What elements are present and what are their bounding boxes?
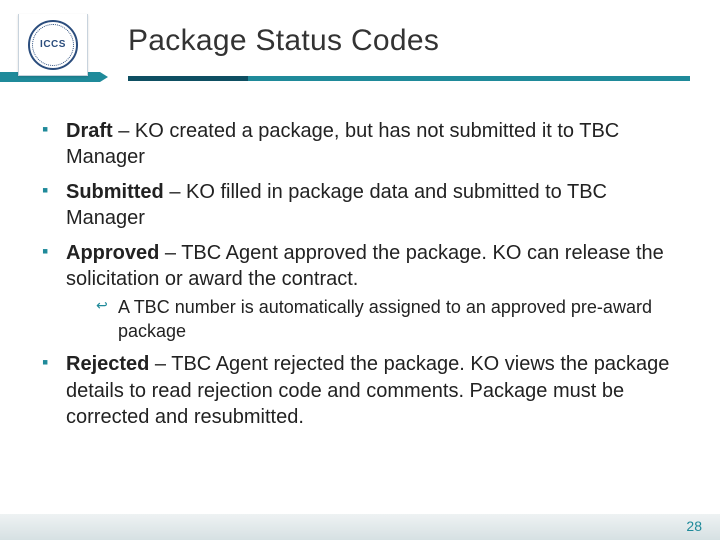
bullet-term: Submitted <box>66 181 164 203</box>
bullet-text: – KO created a package, but has not subm… <box>66 120 619 168</box>
bullet-term: Draft <box>66 120 113 142</box>
seal-icon: ICCS <box>28 20 78 70</box>
footer-band <box>0 514 720 540</box>
slide-header: ICCS Package Status Codes <box>0 0 720 88</box>
bullet-term: Rejected <box>66 353 149 375</box>
list-item: Draft – KO created a package, but has no… <box>42 118 688 171</box>
page-title: Package Status Codes <box>128 24 690 58</box>
sub-list-item: A TBC number is automatically assigned t… <box>96 296 688 343</box>
list-item: Approved – TBC Agent approved the packag… <box>42 240 688 344</box>
logo-container: ICCS <box>18 14 88 76</box>
list-item: Rejected – TBC Agent rejected the packag… <box>42 351 688 430</box>
content-area: Draft – KO created a package, but has no… <box>42 118 688 438</box>
bullet-text: – TBC Agent rejected the package. KO vie… <box>66 353 669 428</box>
bullet-list: Draft – KO created a package, but has no… <box>42 118 688 430</box>
title-underline-accent <box>128 76 248 81</box>
sub-list: A TBC number is automatically assigned t… <box>96 296 688 343</box>
title-zone: Package Status Codes <box>128 24 690 88</box>
bullet-term: Approved <box>66 242 159 264</box>
logo-text: ICCS <box>40 39 66 50</box>
sub-bullet-text: A TBC number is automatically assigned t… <box>118 297 652 340</box>
list-item: Submitted – KO filled in package data an… <box>42 179 688 232</box>
slide: ICCS Package Status Codes Draft – KO cre… <box>0 0 720 540</box>
page-number: 28 <box>686 518 702 534</box>
